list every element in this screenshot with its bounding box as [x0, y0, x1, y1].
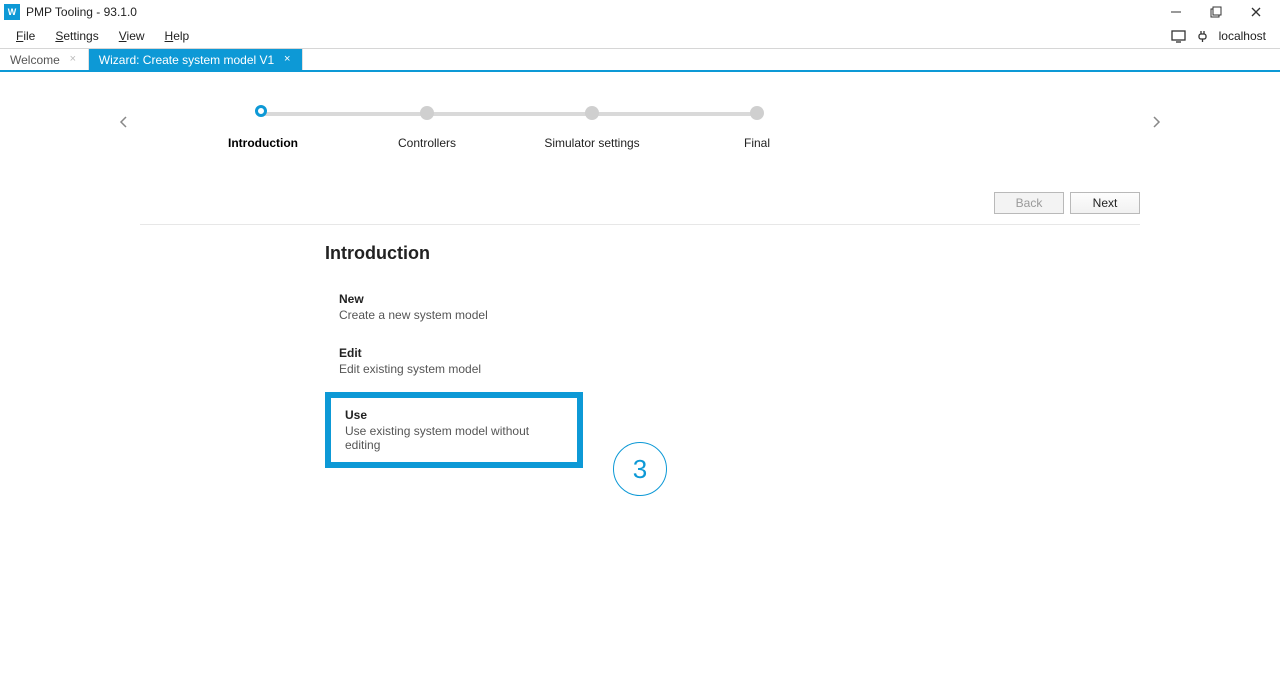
menu-bar: File Settings View Help localhost: [0, 24, 1280, 48]
menu-file[interactable]: File: [6, 24, 45, 48]
choice-new-title: New: [339, 292, 581, 306]
choice-edit-title: Edit: [339, 346, 581, 360]
plug-icon[interactable]: [1195, 28, 1211, 44]
callout-badge: 3: [613, 442, 667, 496]
monitor-icon[interactable]: [1171, 28, 1187, 44]
step-connector: [593, 112, 755, 116]
window-title: PMP Tooling - 93.1.0: [26, 5, 137, 19]
choice-edit[interactable]: Edit Edit existing system model: [325, 338, 595, 384]
menu-view[interactable]: View: [109, 24, 155, 48]
next-button[interactable]: Next: [1070, 192, 1140, 214]
tab-welcome-label: Welcome: [10, 53, 60, 67]
stepper: Introduction Controllers Simulator setti…: [110, 102, 1170, 162]
choice-use-desc: Use existing system model without editin…: [345, 424, 563, 452]
tab-bar: Welcome × Wizard: Create system model V1…: [0, 48, 1280, 72]
back-button[interactable]: Back: [994, 192, 1064, 214]
close-button[interactable]: [1236, 0, 1276, 24]
step-dot-controllers[interactable]: [420, 106, 434, 120]
choice-use-title: Use: [345, 408, 563, 422]
choice-edit-desc: Edit existing system model: [339, 362, 581, 376]
tab-welcome-close-icon[interactable]: ×: [68, 55, 78, 65]
tab-wizard[interactable]: Wizard: Create system model V1 ×: [89, 49, 303, 70]
step-connector: [428, 112, 590, 116]
intro-heading: Introduction: [325, 243, 1170, 264]
tab-wizard-close-icon[interactable]: ×: [282, 55, 292, 65]
stepper-prev-icon[interactable]: [110, 108, 138, 136]
stepper-next-icon[interactable]: [1142, 108, 1170, 136]
menu-help[interactable]: Help: [155, 24, 200, 48]
menu-settings[interactable]: Settings: [45, 24, 108, 48]
minimize-button[interactable]: [1156, 0, 1196, 24]
step-connector: [263, 112, 425, 116]
host-label: localhost: [1219, 29, 1266, 43]
step-label-final: Final: [744, 136, 770, 150]
app-icon: W: [4, 4, 20, 20]
choice-use[interactable]: Use Use existing system model without ed…: [325, 392, 583, 468]
choice-new[interactable]: New Create a new system model: [325, 284, 595, 330]
maximize-button[interactable]: [1196, 0, 1236, 24]
step-dot-introduction[interactable]: [255, 105, 267, 117]
wizard-nav-buttons: Back Next: [140, 192, 1140, 225]
choice-new-desc: Create a new system model: [339, 308, 581, 322]
step-dot-simulator-settings[interactable]: [585, 106, 599, 120]
step-label-simulator-settings: Simulator settings: [544, 136, 639, 150]
wizard-area: Introduction Controllers Simulator setti…: [0, 72, 1280, 468]
title-bar: W PMP Tooling - 93.1.0: [0, 0, 1280, 24]
step-label-controllers: Controllers: [398, 136, 456, 150]
tab-wizard-label: Wizard: Create system model V1: [99, 53, 274, 67]
intro-panel: Introduction New Create a new system mod…: [325, 243, 1170, 468]
step-dot-final[interactable]: [750, 106, 764, 120]
tab-welcome[interactable]: Welcome ×: [0, 49, 89, 70]
step-label-introduction: Introduction: [228, 136, 298, 150]
